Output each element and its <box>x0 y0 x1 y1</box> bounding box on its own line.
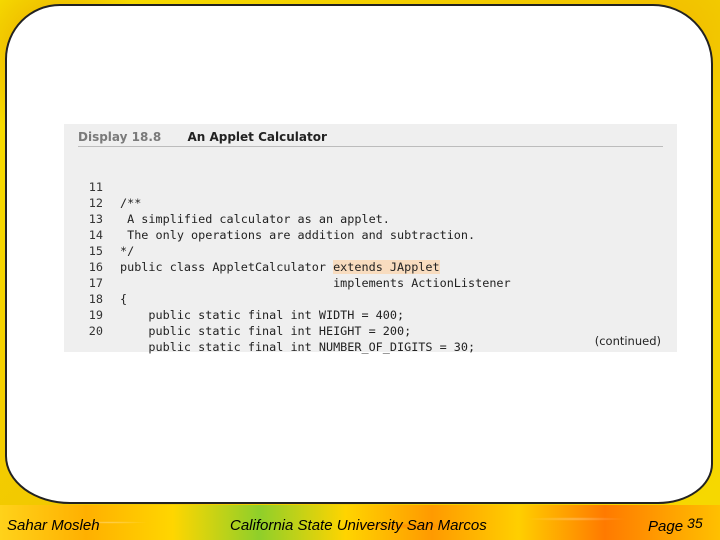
footer-university: California State University San Marcos <box>230 517 487 534</box>
code-line: 11 /** <box>64 163 142 210</box>
line-number: 20 <box>88 324 103 338</box>
header-divider <box>78 146 663 147</box>
code-line: 19 public static final int HEIGHT = 200; <box>64 291 411 338</box>
page-number: Page 35 <box>648 515 703 536</box>
footer-author: Sahar Mosleh <box>7 517 100 534</box>
display-label: Display 18.8 <box>78 130 162 144</box>
code-text: A simplified calculator as an applet. <box>120 212 390 226</box>
code-line: 17 { <box>64 259 127 306</box>
code-line: 13 The only operations are addition and … <box>64 195 475 242</box>
code-text: public static final int WIDTH = 400; <box>120 308 405 322</box>
code-text: public class AppletCalculator extends JA… <box>120 259 440 275</box>
code-line: 16 implements ActionListener <box>64 243 511 290</box>
display-title: An Applet Calculator <box>187 130 327 144</box>
code-line: 15 public class AppletCalculator extends… <box>64 227 440 274</box>
code-text: The only operations are addition and sub… <box>120 228 476 242</box>
continued-note: (continued) <box>594 334 661 348</box>
highlighted-code: extends JApplet <box>333 260 440 274</box>
code-line: 14 */ <box>64 211 134 258</box>
code-text-plain: public class AppletCalculator <box>120 260 334 274</box>
code-text: /** <box>120 196 142 210</box>
display-header: Display 18.8 An Applet Calculator <box>78 127 663 147</box>
code-display: Display 18.8 An Applet Calculator 11 /**… <box>64 124 677 354</box>
code-line: 20 public static final int NUMBER_OF_DIG… <box>64 307 475 354</box>
code-text: implements ActionListener <box>120 276 511 290</box>
code-line: 18 public static final int WIDTH = 400; <box>64 275 404 322</box>
code-text: public static final int NUMBER_OF_DIGITS… <box>120 340 476 354</box>
code-line: 12 A simplified calculator as an applet. <box>64 179 390 226</box>
code-text: { <box>120 292 128 306</box>
page-label: Page <box>648 518 684 535</box>
page-number-value: 35 <box>687 515 703 531</box>
code-text: public static final int HEIGHT = 200; <box>120 324 412 338</box>
code-text: */ <box>120 244 135 258</box>
